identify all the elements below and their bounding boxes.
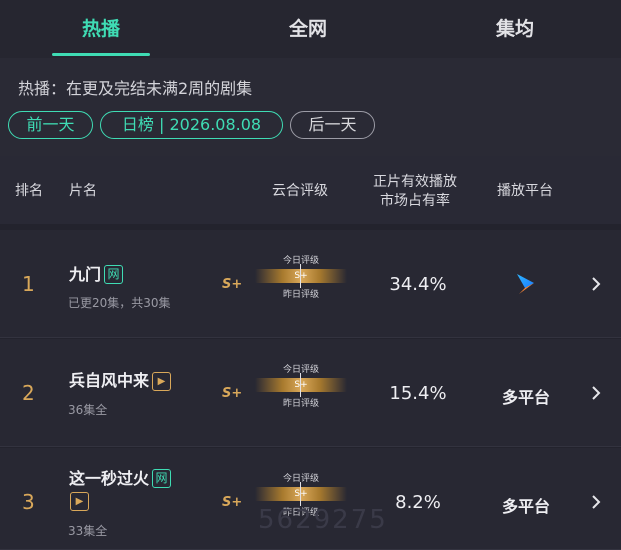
today-rating-label: 今日评级 — [282, 256, 319, 266]
rating-indicator: 今日评级 S+ 昨日评级 — [255, 359, 347, 429]
tab-per-episode[interactable]: 集均 — [455, 14, 575, 41]
table-header: 排名 片名 云合评级 正片有效播放 市场占有率 播放平台 — [0, 156, 621, 224]
grade-label: S+ — [222, 277, 243, 292]
table-row[interactable]: 1 九门网 已更20集，共30集 S+ 今日评级 S+ 昨日评级 34.4% — [0, 230, 621, 338]
filter-area: 热播：在更及完结未满2周的剧集 前一天 日榜 | 2026.08.08 后一天 — [0, 58, 621, 156]
today-rating-label: 今日评级 — [282, 474, 319, 484]
header-platform: 播放平台 — [497, 183, 553, 199]
grade-label: S+ — [222, 386, 243, 401]
show-title-text: 九门 — [69, 265, 102, 284]
platform-label: 多平台 — [501, 497, 550, 516]
list-description: 热播：在更及完结未满2周的剧集 — [18, 79, 253, 98]
market-share: 15.4% — [389, 383, 447, 404]
chevron-right-icon[interactable] — [590, 385, 602, 401]
show-title-text: 这一秒过火 — [69, 469, 150, 488]
market-share: 34.4% — [389, 274, 447, 295]
tab-all-network[interactable]: 全网 — [248, 14, 368, 41]
network-badge-icon: 网 — [152, 469, 172, 488]
active-tab-indicator — [52, 53, 150, 56]
chevron-right-icon[interactable] — [590, 276, 602, 292]
next-day-button[interactable]: 后一天 — [290, 111, 375, 139]
play-badge-icon: ▶ — [152, 372, 172, 391]
episode-info: 36集全 — [68, 403, 108, 417]
rank-number: 1 — [22, 272, 35, 296]
rating-indicator: 今日评级 S+ 昨日评级 — [255, 250, 347, 320]
rating-bar-text: S+ — [294, 489, 308, 499]
watermark-number: 5629275 — [258, 505, 388, 535]
show-title-text: 兵自风中来 — [69, 371, 150, 390]
episode-info: 33集全 — [68, 524, 108, 538]
today-rating-label: 今日评级 — [282, 365, 319, 375]
rating-bar-text: S+ — [294, 271, 308, 281]
date-selector[interactable]: 日榜 | 2026.08.08 — [100, 111, 283, 139]
platform-label: 多平台 — [501, 388, 550, 407]
tab-hot[interactable]: 热播 — [41, 14, 161, 41]
header-share-line2: 市场占有率 — [380, 193, 450, 209]
tab-bar: 热播 全网 集均 — [0, 0, 621, 58]
grade-label: S+ — [222, 495, 243, 510]
youku-icon — [514, 273, 538, 299]
show-title: 兵自风中来 ▶ — [69, 367, 172, 391]
header-share-line1: 正片有效播放 — [373, 174, 457, 190]
yesterday-rating-label: 昨日评级 — [282, 399, 319, 409]
header-name: 片名 — [69, 183, 97, 199]
header-rank: 排名 — [15, 183, 43, 199]
table-row[interactable]: 2 兵自风中来 ▶ 36集全 S+ 今日评级 S+ 昨日评级 15.4% 多平台 — [0, 339, 621, 447]
play-badge-icon: ▶ — [70, 492, 89, 511]
yesterday-rating-label: 昨日评级 — [282, 290, 319, 300]
rating-bar-text: S+ — [294, 380, 308, 390]
header-rating: 云合评级 — [272, 183, 328, 199]
show-title: 九门网 — [69, 261, 124, 285]
chevron-right-icon[interactable] — [590, 494, 602, 510]
show-title: 这一秒过火网 — [69, 465, 172, 489]
network-badge-icon: 网 — [104, 265, 124, 284]
rank-number: 3 — [22, 490, 35, 514]
rank-number: 2 — [22, 381, 35, 405]
prev-day-button[interactable]: 前一天 — [8, 111, 93, 139]
episode-info: 已更20集，共30集 — [68, 296, 171, 310]
